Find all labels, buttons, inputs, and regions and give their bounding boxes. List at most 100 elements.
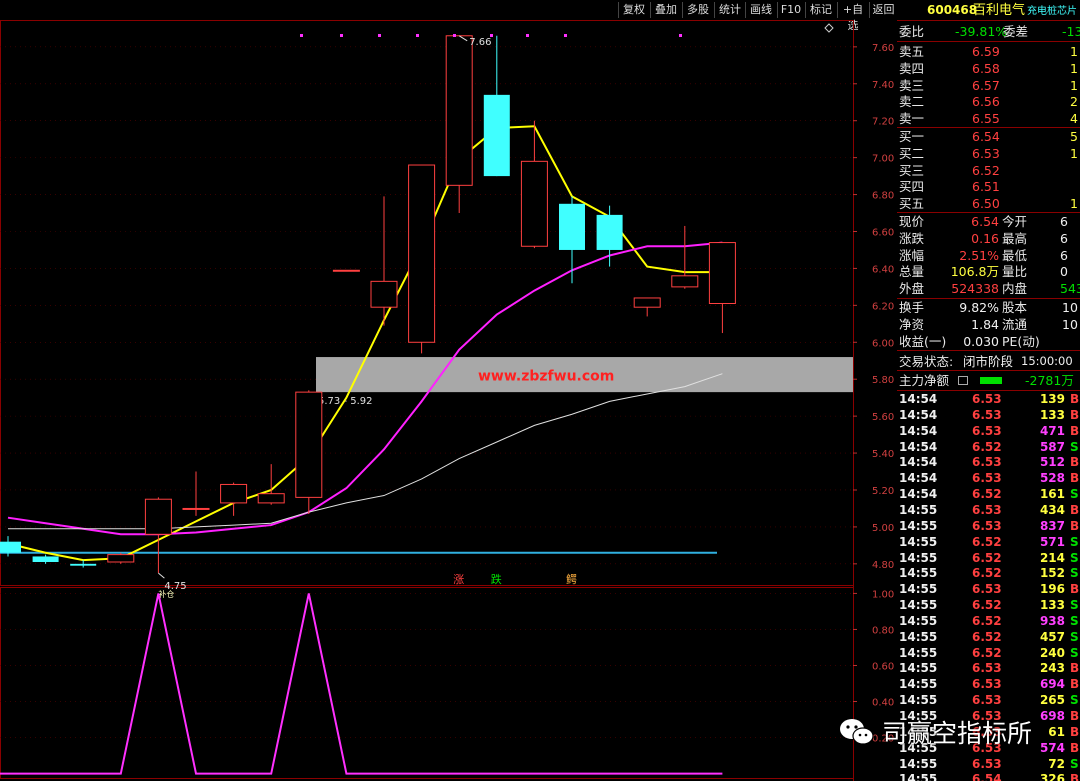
tick-volume: 61 bbox=[1048, 724, 1065, 739]
tick-row: 14:55 6.53 243 B bbox=[897, 660, 1080, 676]
tick-direction: B bbox=[1070, 471, 1080, 486]
candle bbox=[107, 552, 135, 564]
tick-time: 14:54 bbox=[899, 392, 938, 406]
weibi-row: 委比 -39.81% 委差 -13 bbox=[897, 23, 1080, 40]
tick-row: 14:55 6.52 571 S bbox=[897, 534, 1080, 550]
stock-header: 600468 百利电气 充电桩芯片 bbox=[897, 2, 1080, 19]
tick-price: 6.53 bbox=[972, 582, 1002, 597]
tick-row: 14:54 6.53 471 B bbox=[897, 423, 1080, 439]
tick-direction: B bbox=[1070, 724, 1080, 739]
ask-volume: 4 bbox=[1070, 111, 1078, 127]
tick-volume: 72 bbox=[1048, 756, 1065, 771]
tick-price: 6.52 bbox=[972, 487, 1002, 502]
candle-body bbox=[408, 164, 436, 343]
watermark: 司赢空指标所 bbox=[838, 714, 1032, 750]
candle bbox=[633, 297, 661, 317]
tick-volume: 694 bbox=[1039, 677, 1065, 692]
tick-row: 14:54 6.53 133 B bbox=[897, 407, 1080, 423]
y-tick-label: 4.80 bbox=[872, 560, 894, 571]
tick-volume: 139 bbox=[1039, 392, 1065, 406]
ask-volume: 2 bbox=[1070, 94, 1078, 110]
indicator-panel-frame bbox=[0, 587, 854, 779]
stat-label: 流通 bbox=[1002, 316, 1028, 332]
candle bbox=[408, 164, 436, 354]
y-tick-label: 0.40 bbox=[872, 698, 894, 709]
ask-row: 卖一 6.55 4 bbox=[897, 110, 1080, 127]
stat-label: 涨幅 bbox=[899, 247, 925, 263]
stat-row: 总量 106.8万 量比 0 bbox=[897, 263, 1080, 280]
tick-volume: 240 bbox=[1039, 645, 1065, 660]
bid-volume: 1 bbox=[1070, 196, 1078, 212]
main-force-value: -2781万 bbox=[1025, 373, 1074, 388]
tick-volume: 161 bbox=[1039, 487, 1065, 502]
candle-body bbox=[633, 297, 661, 308]
tick-time: 14:55 bbox=[899, 598, 938, 613]
tick-direction: B bbox=[1070, 392, 1080, 406]
divider bbox=[897, 370, 1080, 371]
stat-value: 2.51% bbox=[959, 247, 999, 263]
y-tick-label: 7.60 bbox=[872, 43, 894, 54]
candle bbox=[182, 471, 210, 516]
main-force-row: 主力净额 -2781万 bbox=[897, 372, 1080, 389]
tick-row: 14:54 6.52 587 S bbox=[897, 439, 1080, 455]
ask-price: 6.58 bbox=[972, 60, 1000, 76]
tick-time: 14:55 bbox=[899, 550, 938, 565]
stat-value: 106.8万 bbox=[950, 264, 999, 280]
tick-price: 6.53 bbox=[972, 693, 1002, 708]
signal-dot bbox=[526, 34, 529, 37]
tick-direction: S bbox=[1070, 598, 1079, 613]
tick-row: 14:54 6.53 512 B bbox=[897, 454, 1080, 470]
bid-label: 买五 bbox=[899, 196, 925, 212]
candle bbox=[520, 120, 548, 249]
tick-direction: B bbox=[1070, 455, 1080, 470]
tick-price: 6.53 bbox=[972, 518, 1002, 533]
tick-direction: S bbox=[1070, 613, 1079, 628]
candle-body bbox=[144, 498, 172, 535]
bid-label: 买二 bbox=[899, 145, 925, 161]
ask-row: 卖三 6.57 1 bbox=[897, 77, 1080, 94]
tick-volume: 152 bbox=[1039, 566, 1065, 581]
stat-row: 现价 6.54 今开 6 bbox=[897, 213, 1080, 230]
y-tick-label: 6.00 bbox=[872, 338, 894, 349]
candle-body bbox=[370, 280, 398, 308]
candle bbox=[671, 225, 699, 289]
tick-volume: 196 bbox=[1039, 582, 1065, 597]
candle-body bbox=[0, 541, 21, 553]
ask-row: 卖五 6.59 1 bbox=[897, 43, 1080, 60]
y-tick-label: 5.00 bbox=[872, 523, 894, 534]
bid-row: 买一 6.54 5 bbox=[897, 128, 1080, 145]
tick-row: 14:55 6.53 265 S bbox=[897, 692, 1080, 708]
tick-volume: 837 bbox=[1039, 518, 1065, 533]
tick-direction: B bbox=[1070, 677, 1080, 692]
watermark-url: www.zbzfwu.com bbox=[478, 369, 614, 385]
ma-line bbox=[7, 125, 723, 562]
candle bbox=[483, 35, 510, 177]
signal-dot bbox=[378, 34, 381, 37]
tick-volume: 587 bbox=[1039, 439, 1065, 454]
tick-row: 14:54 6.53 139 B bbox=[897, 391, 1080, 407]
signal-label: 跌 bbox=[491, 572, 502, 586]
weibi-value: -39.81% bbox=[955, 24, 1008, 39]
tick-price: 6.53 bbox=[972, 392, 1002, 406]
candle-body bbox=[295, 391, 323, 498]
expand-icon[interactable] bbox=[958, 376, 968, 385]
low-note: 补仓 bbox=[158, 589, 174, 599]
candle bbox=[559, 196, 585, 284]
tick-time: 14:55 bbox=[899, 613, 938, 628]
tick-time: 14:55 bbox=[899, 582, 938, 597]
divider bbox=[897, 41, 1080, 42]
net-flow-bar bbox=[980, 377, 1002, 384]
tick-price: 6.52 bbox=[972, 645, 1002, 660]
candle-body bbox=[671, 275, 699, 288]
tick-price: 6.54 bbox=[972, 772, 1002, 781]
y-tick-label: 6.40 bbox=[872, 264, 894, 275]
tick-volume: 243 bbox=[1039, 661, 1065, 676]
bid-row: 买二 6.53 1 bbox=[897, 145, 1080, 162]
tick-row: 14:55 6.53 694 B bbox=[897, 676, 1080, 692]
bid-label: 买四 bbox=[899, 179, 925, 195]
bid-volume: 1 bbox=[1070, 145, 1078, 161]
stat-value: 6 bbox=[1060, 214, 1068, 229]
tick-volume: 434 bbox=[1039, 502, 1065, 517]
candle-body bbox=[70, 563, 97, 566]
candle bbox=[332, 269, 360, 272]
